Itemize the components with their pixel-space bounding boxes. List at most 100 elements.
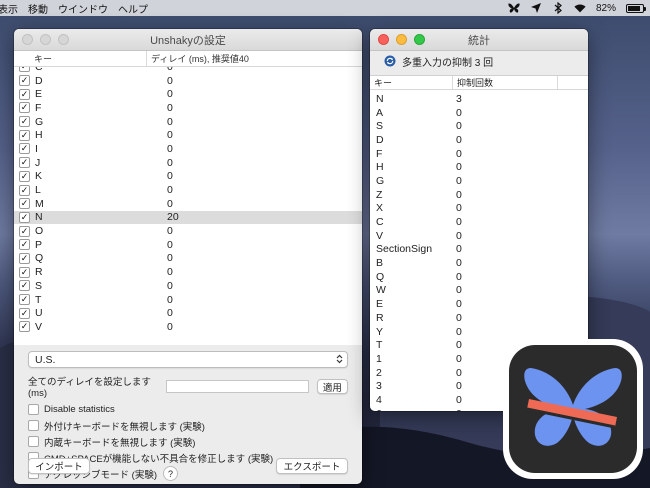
key-delay-table[interactable]: ✓C0✓D0✓E0✓F0✓G0✓H0✓I0✓J0✓K0✓L0✓M0✓N20✓O0… xyxy=(14,67,362,345)
key-enabled-checkbox[interactable]: ✓ xyxy=(19,225,30,237)
delay-cell[interactable]: 20 xyxy=(167,211,179,223)
key-enabled-checkbox[interactable]: ✓ xyxy=(19,116,30,128)
stats-row[interactable]: SectionSign 0 xyxy=(370,243,588,257)
delay-cell[interactable]: 0 xyxy=(167,75,173,87)
table-row[interactable]: ✓ G 0 xyxy=(14,115,362,129)
delay-cell[interactable]: 0 xyxy=(167,184,173,196)
stats-row[interactable]: W0 xyxy=(370,284,588,298)
column-header-key[interactable]: キー xyxy=(370,76,453,89)
table-row[interactable]: ✓ N 20 xyxy=(14,210,362,225)
stats-row[interactable]: E0 xyxy=(370,297,588,311)
stats-row[interactable]: Z0 xyxy=(370,188,588,202)
stats-row[interactable]: V0 xyxy=(370,229,588,243)
key-enabled-checkbox[interactable]: ✓ xyxy=(19,88,30,100)
table-row[interactable]: ✓ T 0 xyxy=(14,293,362,307)
key-enabled-checkbox[interactable]: ✓ xyxy=(19,252,30,264)
column-header-key[interactable]: キー xyxy=(14,51,147,66)
stats-row[interactable]: H0 xyxy=(370,160,588,174)
stats-row[interactable]: R0 xyxy=(370,311,588,325)
stats-row[interactable]: D0 xyxy=(370,133,588,147)
key-enabled-checkbox[interactable]: ✓ xyxy=(19,321,30,333)
table-row[interactable]: ✓ E 0 xyxy=(14,87,362,101)
option-label[interactable]: 内蔵キーボードを無視します (実験) xyxy=(44,435,195,449)
table-row[interactable]: ✓ S 0 xyxy=(14,279,362,293)
keyboard-layout-select[interactable]: U.S. xyxy=(28,351,348,368)
column-header-delay[interactable]: ディレイ (ms), 推奨値40 xyxy=(147,51,249,66)
delay-cell[interactable]: 0 xyxy=(167,198,173,210)
stats-titlebar[interactable]: 統計 xyxy=(370,29,588,51)
zoom-button[interactable] xyxy=(58,34,69,45)
close-button[interactable] xyxy=(378,34,389,45)
option-checkbox[interactable] xyxy=(28,436,39,447)
table-row[interactable]: ✓ L 0 xyxy=(14,183,362,197)
table-row[interactable]: ✓ J 0 xyxy=(14,156,362,170)
table-row[interactable]: ✓ M 0 xyxy=(14,197,362,211)
zoom-button[interactable] xyxy=(414,34,425,45)
stats-row[interactable]: A0 xyxy=(370,106,588,120)
battery-percent[interactable]: 82% xyxy=(596,3,616,14)
key-enabled-checkbox[interactable]: ✓ xyxy=(19,198,30,210)
close-button[interactable] xyxy=(22,34,33,45)
menu-help[interactable]: ヘルプ xyxy=(118,1,148,16)
key-enabled-checkbox[interactable]: ✓ xyxy=(19,211,30,223)
delay-cell[interactable]: 0 xyxy=(167,239,173,251)
stats-row[interactable]: X0 xyxy=(370,202,588,216)
key-enabled-checkbox[interactable]: ✓ xyxy=(19,266,30,278)
delay-cell[interactable]: 0 xyxy=(167,294,173,306)
option-label[interactable]: 外付けキーボードを無視します (実験) xyxy=(44,419,205,433)
table-row[interactable]: ✓ I 0 xyxy=(14,142,362,156)
key-enabled-checkbox[interactable]: ✓ xyxy=(19,129,30,141)
stats-row[interactable]: N3 xyxy=(370,92,588,106)
key-enabled-checkbox[interactable]: ✓ xyxy=(19,67,30,73)
delay-cell[interactable]: 0 xyxy=(167,321,173,333)
table-row[interactable]: ✓ D 0 xyxy=(14,74,362,88)
stats-row[interactable]: C0 xyxy=(370,215,588,229)
column-header-count[interactable]: 抑制回数 xyxy=(453,76,558,89)
key-enabled-checkbox[interactable]: ✓ xyxy=(19,239,30,251)
minimize-button[interactable] xyxy=(40,34,51,45)
delay-cell[interactable]: 0 xyxy=(167,307,173,319)
table-row[interactable]: ✓ O 0 xyxy=(14,224,362,238)
key-enabled-checkbox[interactable]: ✓ xyxy=(19,280,30,292)
key-enabled-checkbox[interactable]: ✓ xyxy=(19,157,30,169)
stats-row[interactable]: B0 xyxy=(370,256,588,270)
menu-window[interactable]: ウインドウ xyxy=(58,1,108,16)
delay-cell[interactable]: 0 xyxy=(167,143,173,155)
butterfly-icon[interactable] xyxy=(508,2,520,14)
key-enabled-checkbox[interactable]: ✓ xyxy=(19,143,30,155)
stats-row[interactable]: G0 xyxy=(370,174,588,188)
wifi-icon[interactable] xyxy=(574,2,586,14)
delay-all-input[interactable] xyxy=(166,380,309,393)
export-button[interactable]: エクスポート xyxy=(276,458,348,474)
delay-cell[interactable]: 0 xyxy=(167,116,173,128)
option-checkbox[interactable] xyxy=(28,404,39,415)
table-row[interactable]: ✓ V 0 xyxy=(14,320,362,334)
import-button[interactable]: インポート xyxy=(28,458,90,474)
table-row[interactable]: ✓ F 0 xyxy=(14,101,362,115)
location-arrow-icon[interactable] xyxy=(530,2,542,14)
delay-cell[interactable]: 0 xyxy=(167,88,173,100)
delay-cell[interactable]: 0 xyxy=(167,102,173,114)
refresh-icon[interactable] xyxy=(384,55,396,67)
minimize-button[interactable] xyxy=(396,34,407,45)
table-row[interactable]: ✓ C0 xyxy=(14,67,362,74)
delay-cell[interactable]: 0 xyxy=(167,252,173,264)
key-enabled-checkbox[interactable]: ✓ xyxy=(19,184,30,196)
option-checkbox[interactable] xyxy=(28,420,39,431)
menu-go[interactable]: 移動 xyxy=(28,1,48,16)
menu-view[interactable]: 表示 xyxy=(0,1,18,16)
option-label[interactable]: Disable statistics xyxy=(44,404,115,415)
delay-cell[interactable]: 0 xyxy=(167,266,173,278)
delay-cell[interactable]: 0 xyxy=(167,280,173,292)
key-enabled-checkbox[interactable]: ✓ xyxy=(19,307,30,319)
table-row[interactable]: ✓ U 0 xyxy=(14,306,362,320)
table-row[interactable]: ✓ K 0 xyxy=(14,170,362,184)
delay-cell[interactable]: 0 xyxy=(167,129,173,141)
delay-cell[interactable]: 0 xyxy=(167,67,173,73)
battery-icon[interactable] xyxy=(626,3,646,13)
table-row[interactable]: ✓ Q 0 xyxy=(14,252,362,266)
delay-cell[interactable]: 0 xyxy=(167,225,173,237)
key-enabled-checkbox[interactable]: ✓ xyxy=(19,75,30,87)
stats-row[interactable]: F0 xyxy=(370,147,588,161)
key-enabled-checkbox[interactable]: ✓ xyxy=(19,170,30,182)
